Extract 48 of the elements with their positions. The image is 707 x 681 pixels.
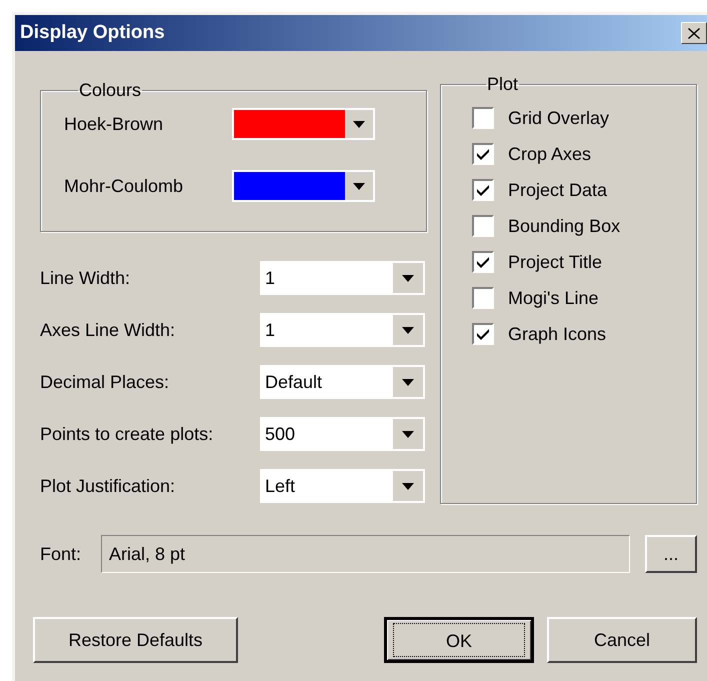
caret-icon <box>393 471 423 501</box>
checkbox-label: Project Data <box>508 180 608 200</box>
check-icon <box>476 147 490 161</box>
group-label: Plot <box>486 75 520 93</box>
dropdown[interactable]: Default <box>260 365 425 399</box>
field-label: Points to create plots: <box>40 424 214 444</box>
caret-icon <box>393 367 423 397</box>
checkbox-label: Crop Axes <box>508 144 592 164</box>
field-label: Line Width: <box>40 268 132 288</box>
caret-icon <box>393 315 423 345</box>
checkbox[interactable] <box>472 107 494 129</box>
browse-button[interactable]: ... <box>645 535 697 573</box>
dialog-button[interactable]: Cancel <box>547 617 697 663</box>
checkbox-label: Grid Overlay <box>508 108 610 128</box>
checkbox-label: Project Title <box>508 252 602 272</box>
checkbox[interactable] <box>472 251 494 273</box>
dropdown[interactable]: Left <box>260 469 425 503</box>
dropdown[interactable]: 500 <box>260 417 425 451</box>
checkbox[interactable] <box>472 215 494 237</box>
checkbox[interactable] <box>472 323 494 345</box>
close-button[interactable] <box>681 22 707 44</box>
group-label: Colours <box>78 81 142 99</box>
dropdown[interactable]: 1 <box>260 261 425 295</box>
field-label: Plot Justification: <box>40 476 176 496</box>
check-icon <box>476 327 490 341</box>
field-label: Hoek-Brown <box>64 114 164 134</box>
color-dropdown[interactable] <box>232 108 375 140</box>
caret-icon <box>393 419 423 449</box>
caret-icon <box>393 263 423 293</box>
checkbox-label: Bounding Box <box>508 216 620 236</box>
window-title: Display Options <box>20 22 165 44</box>
dropdown[interactable]: 1 <box>260 313 425 347</box>
check-icon <box>476 255 490 269</box>
checkbox-label: Mogi's Line <box>508 288 598 308</box>
dialog-button[interactable]: Restore Defaults <box>33 617 238 663</box>
checkbox[interactable] <box>472 179 494 201</box>
checkbox[interactable] <box>472 143 494 165</box>
checkbox-label: Graph Icons <box>508 324 606 344</box>
checkbox[interactable] <box>472 287 494 309</box>
field-label: Axes Line Width: <box>40 320 176 340</box>
field-label: Mohr-Coulomb <box>64 176 184 196</box>
font-field: Arial, 8 pt <box>101 535 630 573</box>
check-icon <box>476 183 490 197</box>
dialog-button[interactable]: OK <box>384 617 534 663</box>
field-label: Decimal Places: <box>40 372 170 392</box>
field-label: Font: <box>40 544 82 564</box>
color-dropdown[interactable] <box>232 170 375 202</box>
close-icon <box>688 28 700 38</box>
